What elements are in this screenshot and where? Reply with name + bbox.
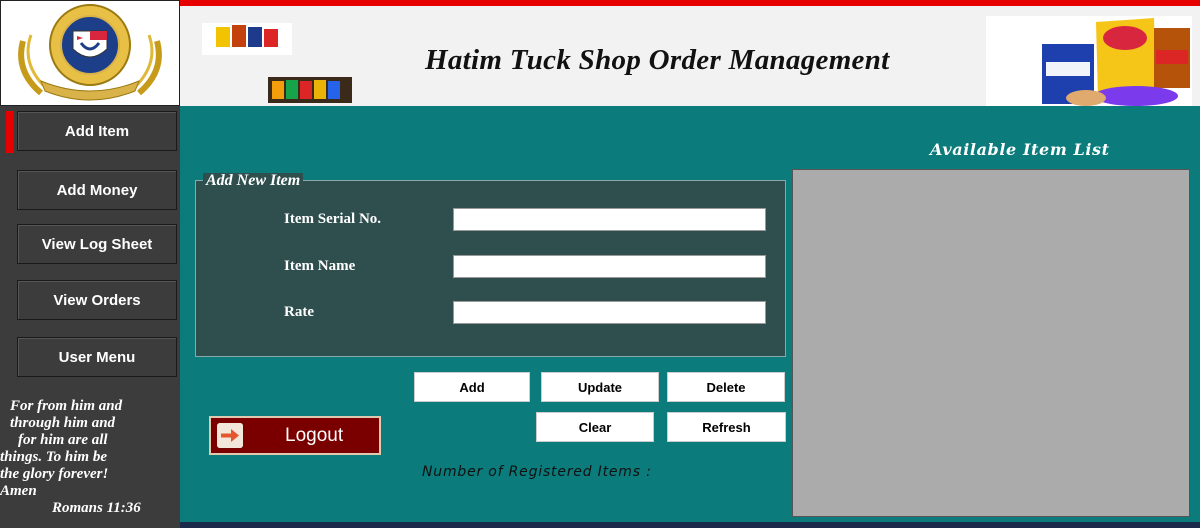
verse-line: for him are all (18, 432, 108, 448)
available-list-title: Available Item List (930, 140, 1110, 159)
update-button[interactable]: Update (541, 372, 659, 402)
active-nav-indicator (6, 111, 14, 153)
item-name-label: Item Name (284, 258, 356, 274)
serial-no-label: Item Serial No. (284, 211, 382, 227)
school-logo (0, 0, 180, 106)
serial-no-input[interactable] (453, 208, 766, 231)
app-window: Add Item Add Money View Log Sheet View O… (0, 0, 1200, 528)
refresh-button[interactable]: Refresh (667, 412, 786, 442)
verse-line: Amen (0, 483, 37, 499)
registered-items-label: Number of Registered Items : (422, 464, 652, 480)
main-panel: Add New Item Item Serial No. Item Name R… (180, 106, 1200, 522)
snack-collage-image (986, 16, 1192, 108)
verse-line: through him and (10, 415, 116, 431)
item-name-input[interactable] (453, 255, 766, 278)
bottom-border (180, 522, 1200, 528)
sidebar-item-add-money[interactable]: Add Money (17, 170, 177, 210)
rate-input[interactable] (453, 301, 766, 324)
header: Hatim Tuck Shop Order Management (180, 0, 1200, 108)
groupbox-title: Add New Item (203, 173, 304, 189)
verse-line: For from him and (10, 398, 123, 414)
school-crest-icon (18, 4, 162, 101)
logout-icon (217, 423, 243, 448)
verse-line: things. To him be (0, 449, 107, 465)
add-button[interactable]: Add (414, 372, 530, 402)
verse-reference: Romans 11:36 (52, 500, 141, 516)
logout-label: Logout (285, 425, 344, 446)
clear-button[interactable]: Clear (536, 412, 654, 442)
sidebar-item-add-item[interactable]: Add Item (17, 111, 177, 151)
verse-line: the glory forever! (0, 466, 109, 482)
snack-image (202, 23, 292, 55)
add-item-groupbox: Add New Item Item Serial No. Item Name R… (195, 173, 786, 357)
logout-button[interactable]: Logout (209, 416, 381, 455)
sidebar-item-view-orders[interactable]: View Orders (17, 280, 177, 320)
app-title: Hatim Tuck Shop Order Management (425, 44, 890, 76)
sidebar: Add Item Add Money View Log Sheet View O… (0, 0, 180, 528)
sidebar-item-view-log-sheet[interactable]: View Log Sheet (17, 224, 177, 264)
rate-label: Rate (284, 304, 314, 320)
snack-image (268, 77, 352, 103)
available-item-list[interactable] (792, 169, 1190, 517)
delete-button[interactable]: Delete (667, 372, 785, 402)
sidebar-item-user-menu[interactable]: User Menu (17, 337, 177, 377)
bible-verse: For from him and through him and for him… (0, 398, 180, 517)
